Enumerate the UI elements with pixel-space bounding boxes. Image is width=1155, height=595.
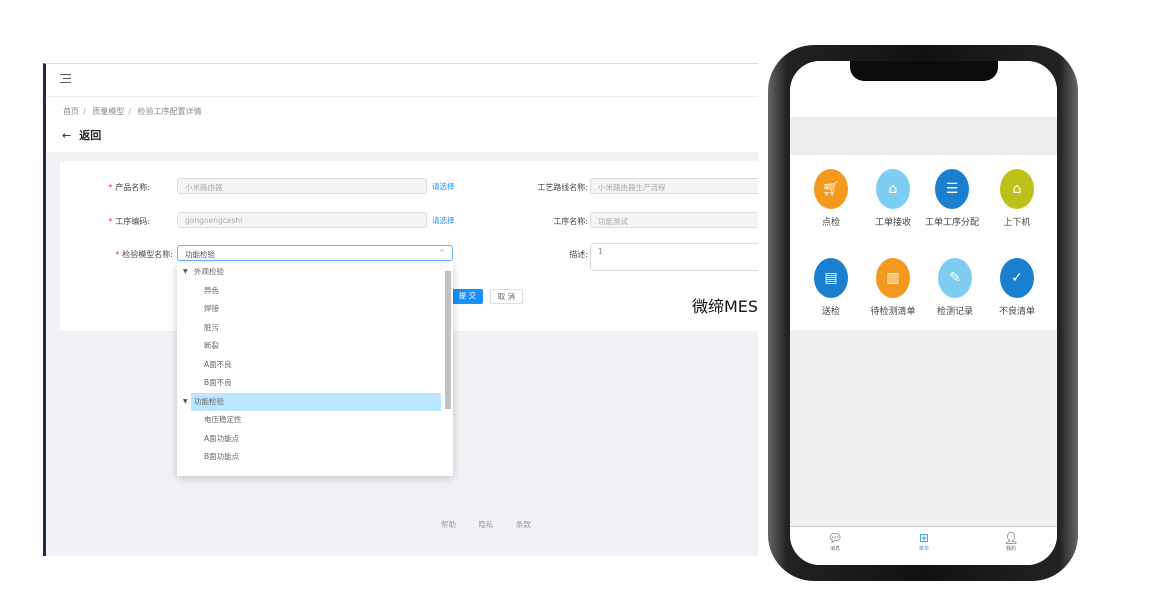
tree-item[interactable]: 脏污	[177, 319, 453, 338]
breadcrumb-current: 检验工序配置详情	[137, 107, 202, 116]
model-name-label: * 检验模型名称:	[115, 250, 173, 259]
tree-item[interactable]: A面功能点	[177, 430, 453, 449]
home-in-icon: ⌂	[876, 169, 910, 209]
caret-down-icon: ▼	[183, 397, 188, 405]
back-button[interactable]: ← 返回	[62, 127, 101, 143]
app-grid: 🛒︎ 点检 ⌂ 工单接收 ☰ 工单工序分配 ⌂ 上下机 ▤ 送检 ▥ 待检测清单 ✎ 检测记录…	[790, 155, 1057, 330]
breadcrumb-home[interactable]: 首页	[63, 107, 79, 116]
tree-item[interactable]: B面功能点	[177, 448, 453, 467]
tree-group-appearance[interactable]: ▼ 外观检验	[177, 263, 453, 282]
home-return-icon: ⌂	[1000, 169, 1034, 209]
tab-messages[interactable]: 💬︎ 消息	[815, 531, 855, 552]
footer: 帮助 隐私 条款	[441, 519, 551, 530]
product-name-label: * 产品名称:	[108, 183, 150, 192]
wrench-icon: ✎	[938, 258, 972, 298]
tree-item[interactable]: 电压稳定性	[177, 411, 453, 430]
caret-down-icon: ▼	[183, 268, 188, 275]
bottom-tab-bar: 💬︎ 消息 ⊞ 菜单 👤︎ 我的	[790, 526, 1057, 565]
app-inspect-record[interactable]: ✎ 检测记录	[922, 258, 988, 317]
check-circle-icon: ✓	[1000, 258, 1034, 298]
bar-chart-icon: ▥	[876, 258, 910, 298]
app-spot-check[interactable]: 🛒︎ 点检	[798, 169, 864, 228]
cart-icon: 🛒︎	[814, 169, 848, 209]
arrow-left-icon: ←	[62, 129, 72, 142]
app-pending-list[interactable]: ▥ 待检测清单	[860, 258, 926, 317]
route-name-input[interactable]: 小米路由器生产流程	[590, 178, 758, 194]
process-select-link[interactable]: 请选择	[432, 215, 455, 226]
phone-notch	[850, 61, 998, 81]
tree-item[interactable]: 焊接	[177, 300, 453, 319]
process-code-input[interactable]: gongnengceshi	[177, 212, 427, 228]
breadcrumb-quality-model[interactable]: 质量模型	[92, 107, 124, 116]
user-icon: 👤︎	[1003, 531, 1019, 545]
web-app: 首页 / 质量模型 / 检验工序配置详情 ← 返回 * 产品名称: 小米路由器 请选择 …	[43, 63, 758, 556]
page-header: 首页 / 质量模型 / 检验工序配置详情 ← 返回	[46, 97, 758, 152]
tab-menu[interactable]: ⊞ 菜单	[904, 531, 944, 552]
app-send-inspect[interactable]: ▤ 送检	[798, 258, 864, 317]
footer-privacy-link[interactable]: 隐私	[478, 520, 493, 529]
top-bar	[46, 64, 758, 97]
breadcrumb: 首页 / 质量模型 / 检验工序配置详情	[63, 107, 202, 116]
submit-button[interactable]: 提 交	[452, 289, 483, 304]
route-name-label: 工艺路线名称:	[537, 183, 588, 192]
chevron-up-icon: ^	[438, 248, 445, 257]
dropdown-scrollbar[interactable]	[445, 271, 451, 409]
app-defect-list[interactable]: ✓ 不良清单	[984, 258, 1050, 317]
tree-group-function[interactable]: ▼ 功能检验	[177, 392, 453, 411]
model-tree-dropdown: ▼ 外观检验 异色 焊接 脏污 断裂 A面不良 B面不良 ▼ 功能检验 电压稳定性 …	[177, 263, 453, 476]
tree-item[interactable]: B面不良	[177, 374, 453, 393]
menu-fold-icon[interactable]	[60, 74, 71, 83]
product-select-link[interactable]: 请选择	[432, 181, 455, 192]
product-name-input[interactable]: 小米路由器	[177, 178, 427, 194]
tab-profile[interactable]: 👤︎ 我的	[991, 531, 1031, 552]
phone-frame: 🛒︎ 点检 ⌂ 工单接收 ☰ 工单工序分配 ⌂ 上下机 ▤ 送检 ▥ 待检测清单 ✎ 检测记录…	[768, 45, 1078, 581]
tree-item[interactable]: 断裂	[177, 337, 453, 356]
grid-icon: ⊞	[918, 531, 930, 545]
process-name-input[interactable]: 功能测试	[590, 212, 758, 228]
footer-terms-link[interactable]: 条款	[516, 520, 531, 529]
tree-item[interactable]: 异色	[177, 282, 453, 301]
tree-item[interactable]: A面不良	[177, 356, 453, 375]
app-order-assign[interactable]: ☰ 工单工序分配	[922, 169, 982, 228]
footer-help-link[interactable]: 帮助	[441, 520, 456, 529]
phone-screen: 🛒︎ 点检 ⌂ 工单接收 ☰ 工单工序分配 ⌂ 上下机 ▤ 送检 ▥ 待检测清单 ✎ 检测记录…	[790, 61, 1057, 565]
cancel-button[interactable]: 取 消	[490, 289, 523, 304]
model-name-select[interactable]: 功能检验 ^	[177, 245, 453, 261]
brand-caption: 微缔MES	[692, 297, 759, 316]
process-name-label: 工序名称:	[553, 217, 588, 226]
description-label: 描述:	[569, 250, 588, 259]
list-icon: ▤	[814, 258, 848, 298]
process-code-label: * 工序编码:	[108, 217, 150, 226]
app-machine[interactable]: ⌂ 上下机	[984, 169, 1050, 228]
app-order-receive[interactable]: ⌂ 工单接收	[860, 169, 926, 228]
description-textarea[interactable]: 1	[590, 243, 758, 271]
back-label: 返回	[79, 129, 102, 142]
chat-icon: 💬︎	[827, 531, 843, 545]
sliders-icon: ☰	[935, 169, 969, 209]
